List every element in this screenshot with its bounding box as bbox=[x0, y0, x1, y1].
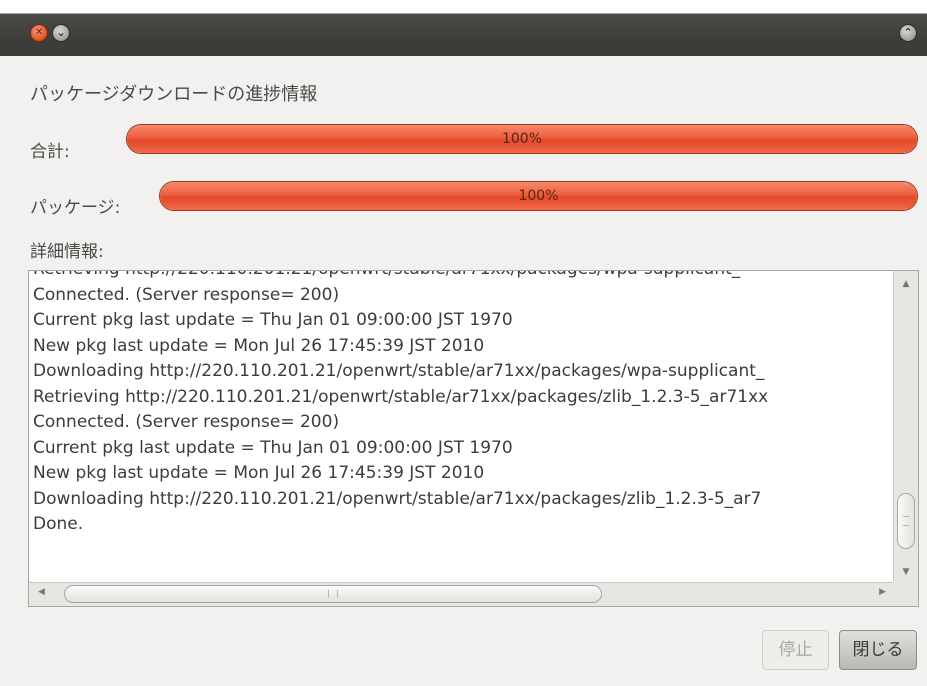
scroll-up-arrow-icon[interactable]: ▲ bbox=[894, 279, 918, 289]
total-progress-text: 100% bbox=[501, 131, 543, 147]
total-progress-label: 合計: bbox=[30, 142, 70, 162]
log-line: Done. bbox=[33, 514, 84, 534]
scroll-right-arrow-icon[interactable]: ▶ bbox=[879, 587, 886, 597]
package-progress-text: 100% bbox=[518, 188, 559, 204]
details-log[interactable]: Retrieving http://220.110.201.21/openwrt… bbox=[28, 270, 919, 607]
log-line: New pkg last update = Mon Jul 26 17:45:3… bbox=[33, 463, 485, 483]
package-progress-bar: 100% bbox=[159, 181, 918, 211]
minimize-icon[interactable]: ⌄ bbox=[52, 24, 70, 42]
horizontal-scroll-thumb[interactable] bbox=[64, 585, 602, 603]
log-line: Retrieving http://220.110.201.21/openwrt… bbox=[33, 386, 769, 407]
horizontal-scrollbar[interactable]: ◀ ▶ bbox=[29, 582, 918, 606]
download-progress-window: ✕ ⌄ ⌃ パッケージダウンロードの進捗情報 合計: 100% パッケージ: 1… bbox=[0, 0, 927, 686]
maximize-icon[interactable]: ⌃ bbox=[899, 24, 917, 42]
close-button[interactable]: 閉じる bbox=[839, 630, 917, 670]
details-label: 詳細情報: bbox=[30, 242, 104, 262]
log-line: Downloading http://220.110.201.21/openwr… bbox=[33, 488, 762, 509]
log-line: New pkg last update = Mon Jul 26 17:45:3… bbox=[33, 335, 485, 356]
log-line: Connected. (Server response= 200) bbox=[33, 284, 340, 305]
log-line: Downloading http://220.110.201.21/openwr… bbox=[33, 361, 765, 381]
scroll-down-arrow-icon[interactable]: ▼ bbox=[894, 567, 918, 577]
log-line: Connected. (Server response= 200) bbox=[33, 412, 340, 432]
close-icon[interactable]: ✕ bbox=[30, 24, 48, 42]
total-progress-bar: 100% bbox=[126, 124, 918, 154]
scrollbar-corner bbox=[893, 582, 918, 606]
log-line: Current pkg last update = Thu Jan 01 09:… bbox=[33, 310, 513, 330]
vertical-scrollbar[interactable]: ▲ ▼ bbox=[893, 271, 918, 583]
log-line: Retrieving http://220.110.201.21/openwrt… bbox=[33, 271, 895, 283]
title-bar: ✕ ⌄ ⌃ bbox=[0, 0, 927, 56]
stop-button[interactable]: 停止 bbox=[762, 630, 829, 670]
package-progress-label: パッケージ: bbox=[30, 198, 121, 218]
page-title: パッケージダウンロードの進捗情報 bbox=[30, 84, 318, 105]
details-log-text: Retrieving http://220.110.201.21/openwrt… bbox=[33, 271, 895, 538]
vertical-scroll-thumb[interactable] bbox=[897, 493, 915, 549]
scroll-left-arrow-icon[interactable]: ◀ bbox=[38, 587, 45, 597]
log-line: Current pkg last update = Thu Jan 01 09:… bbox=[33, 437, 513, 458]
